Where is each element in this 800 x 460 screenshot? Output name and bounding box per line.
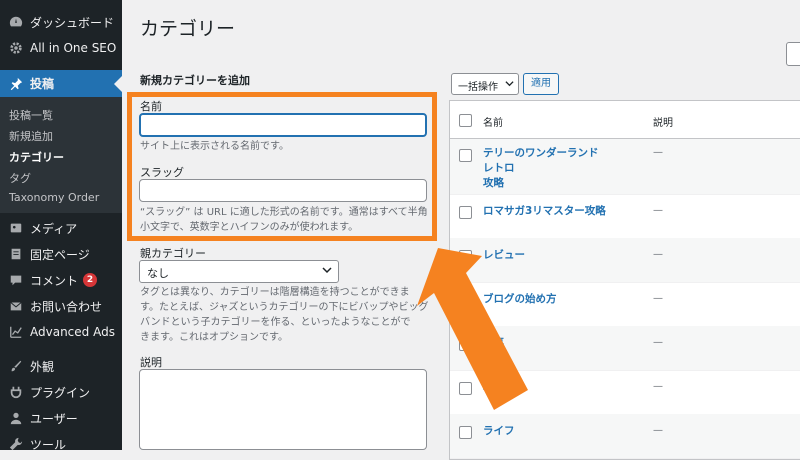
table-row: 転職 — <box>450 370 800 415</box>
categories-table: 名前 説明 テリーのワンダーランドレトロ 攻略 — ロマサガ3リマスター攻略 —… <box>449 100 800 460</box>
row-checkbox[interactable] <box>459 149 472 162</box>
menu-label: 投稿 <box>30 77 55 91</box>
submenu-tags[interactable]: タグ <box>9 170 31 186</box>
category-description: — <box>653 147 663 158</box>
description-textarea[interactable] <box>139 369 427 450</box>
menu-label: お問い合わせ <box>30 299 103 314</box>
gear-icon <box>8 40 24 56</box>
category-name-link[interactable]: ライフ <box>483 424 608 439</box>
dashboard-icon <box>8 14 24 30</box>
menu-aioseo[interactable]: All in One SEO <box>0 35 122 61</box>
menu-advanced-ads[interactable]: Advanced Ads <box>0 319 122 345</box>
table-header: 名前 説明 <box>450 101 800 139</box>
comment-count-badge: 2 <box>83 273 98 287</box>
category-description: — <box>653 293 663 304</box>
name-line: テリーのワンダーランドレトロ <box>483 147 599 174</box>
category-name-link[interactable]: ロマサガ3リマスター攻略 <box>483 204 633 219</box>
menu-appearance[interactable]: 外観 <box>0 353 122 379</box>
category-description: — <box>653 381 663 392</box>
row-checkbox[interactable] <box>459 338 472 351</box>
menu-comments[interactable]: コメント 2 <box>0 267 122 293</box>
media-icon <box>8 220 24 236</box>
add-category-heading: 新規カテゴリーを追加 <box>140 74 250 87</box>
mail-icon <box>8 298 24 314</box>
column-description-header[interactable]: 説明 <box>653 114 673 129</box>
table-row: レビュー — <box>450 238 800 283</box>
menu-label: All in One SEO <box>30 41 117 55</box>
brush-icon <box>8 358 24 374</box>
chart-icon <box>8 324 24 340</box>
menu-dashboard[interactable]: ダッシュボード <box>0 9 122 35</box>
category-name-link[interactable]: テリーのワンダーランドレトロ 攻略 <box>483 146 608 191</box>
table-row: ブログの始め方 — <box>450 282 800 327</box>
comment-icon <box>8 272 24 288</box>
menu-pages[interactable]: 固定ページ <box>0 241 122 267</box>
menu-label: メディア <box>30 221 78 236</box>
menu-media[interactable]: メディア <box>0 215 122 241</box>
menu-users[interactable]: ユーザー <box>0 405 122 431</box>
submenu-all-posts[interactable]: 投稿一覧 <box>9 107 53 123</box>
parent-category-select[interactable]: なし <box>139 260 339 283</box>
apply-button[interactable]: 適用 <box>523 73 559 95</box>
table-row: 仕事 — <box>450 326 800 371</box>
parent-category-label: 親カテゴリー <box>140 247 206 260</box>
menu-plugins[interactable]: プラグイン <box>0 379 122 405</box>
plugin-icon <box>8 384 24 400</box>
user-icon <box>8 410 24 426</box>
desc-line: きます。これはオプションです。 <box>140 332 288 343</box>
admin-sidebar: ダッシュボード All in One SEO 投稿 投稿一覧 新規追加 カテゴリ… <box>0 0 122 452</box>
select-all-checkbox[interactable] <box>459 114 472 127</box>
row-checkbox[interactable] <box>459 294 472 307</box>
row-checkbox[interactable] <box>459 250 472 263</box>
category-name-link[interactable]: レビュー <box>483 248 608 263</box>
table-row: ライフ — <box>450 414 800 459</box>
pin-icon <box>8 76 24 92</box>
chevron-down-icon <box>322 267 332 274</box>
category-name-link[interactable]: 仕事 <box>483 336 608 351</box>
desc-line: バンドという子カテゴリーを作る、といったようなことがで <box>140 317 411 328</box>
category-description: — <box>653 337 663 348</box>
menu-contact[interactable]: お問い合わせ <box>0 293 122 319</box>
menu-label: ダッシュボード <box>30 15 115 30</box>
parent-category-value: なし <box>147 267 169 280</box>
page-icon <box>8 246 24 262</box>
description-label: 説明 <box>140 356 162 369</box>
submenu-taxonomy-order[interactable]: Taxonomy Order <box>9 191 99 204</box>
menu-tools[interactable]: ツール <box>0 431 122 457</box>
row-checkbox[interactable] <box>459 206 472 219</box>
row-checkbox[interactable] <box>459 382 472 395</box>
posts-submenu: 投稿一覧 新規追加 カテゴリー タグ Taxonomy Order <box>0 97 122 213</box>
bulk-actions-value: 一括操作 <box>458 82 498 93</box>
row-checkbox[interactable] <box>459 426 472 439</box>
desc-line: タグとは異なり、カテゴリーは階層構造を持つことができま <box>140 287 410 298</box>
column-name-header[interactable]: 名前 <box>483 114 503 129</box>
page-title: カテゴリー <box>140 18 236 40</box>
menu-label: 固定ページ <box>30 247 90 262</box>
parent-category-description: タグとは異なり、カテゴリーは階層構造を持つことができま す。たとえば、ジャズとい… <box>140 285 429 345</box>
search-input[interactable] <box>786 42 800 66</box>
chevron-down-icon <box>505 81 514 87</box>
submenu-add-new[interactable]: 新規追加 <box>9 128 53 144</box>
menu-label: 外観 <box>30 359 55 374</box>
menu-posts[interactable]: 投稿 <box>0 70 122 97</box>
menu-label: Advanced Ads <box>30 325 115 339</box>
menu-label: ユーザー <box>30 411 78 426</box>
annotation-highlight-box <box>127 92 437 241</box>
name-line: 攻略 <box>483 177 504 189</box>
category-description: — <box>653 249 663 260</box>
category-description: — <box>653 205 663 216</box>
category-name-link[interactable]: 転職 <box>483 380 608 395</box>
menu-label: コメント <box>30 273 79 288</box>
category-name-link[interactable]: ブログの始め方 <box>483 292 608 307</box>
category-description: — <box>653 425 663 436</box>
table-row: テリーのワンダーランドレトロ 攻略 — <box>450 139 800 195</box>
desc-line: す。たとえば、ジャズというカテゴリーの下にビバップやビッグ <box>140 302 429 313</box>
submenu-categories[interactable]: カテゴリー <box>9 149 64 165</box>
table-row: ロマサガ3リマスター攻略 — <box>450 194 800 239</box>
bulk-actions-select[interactable]: 一括操作 <box>451 73 519 95</box>
menu-label: プラグイン <box>30 385 91 400</box>
